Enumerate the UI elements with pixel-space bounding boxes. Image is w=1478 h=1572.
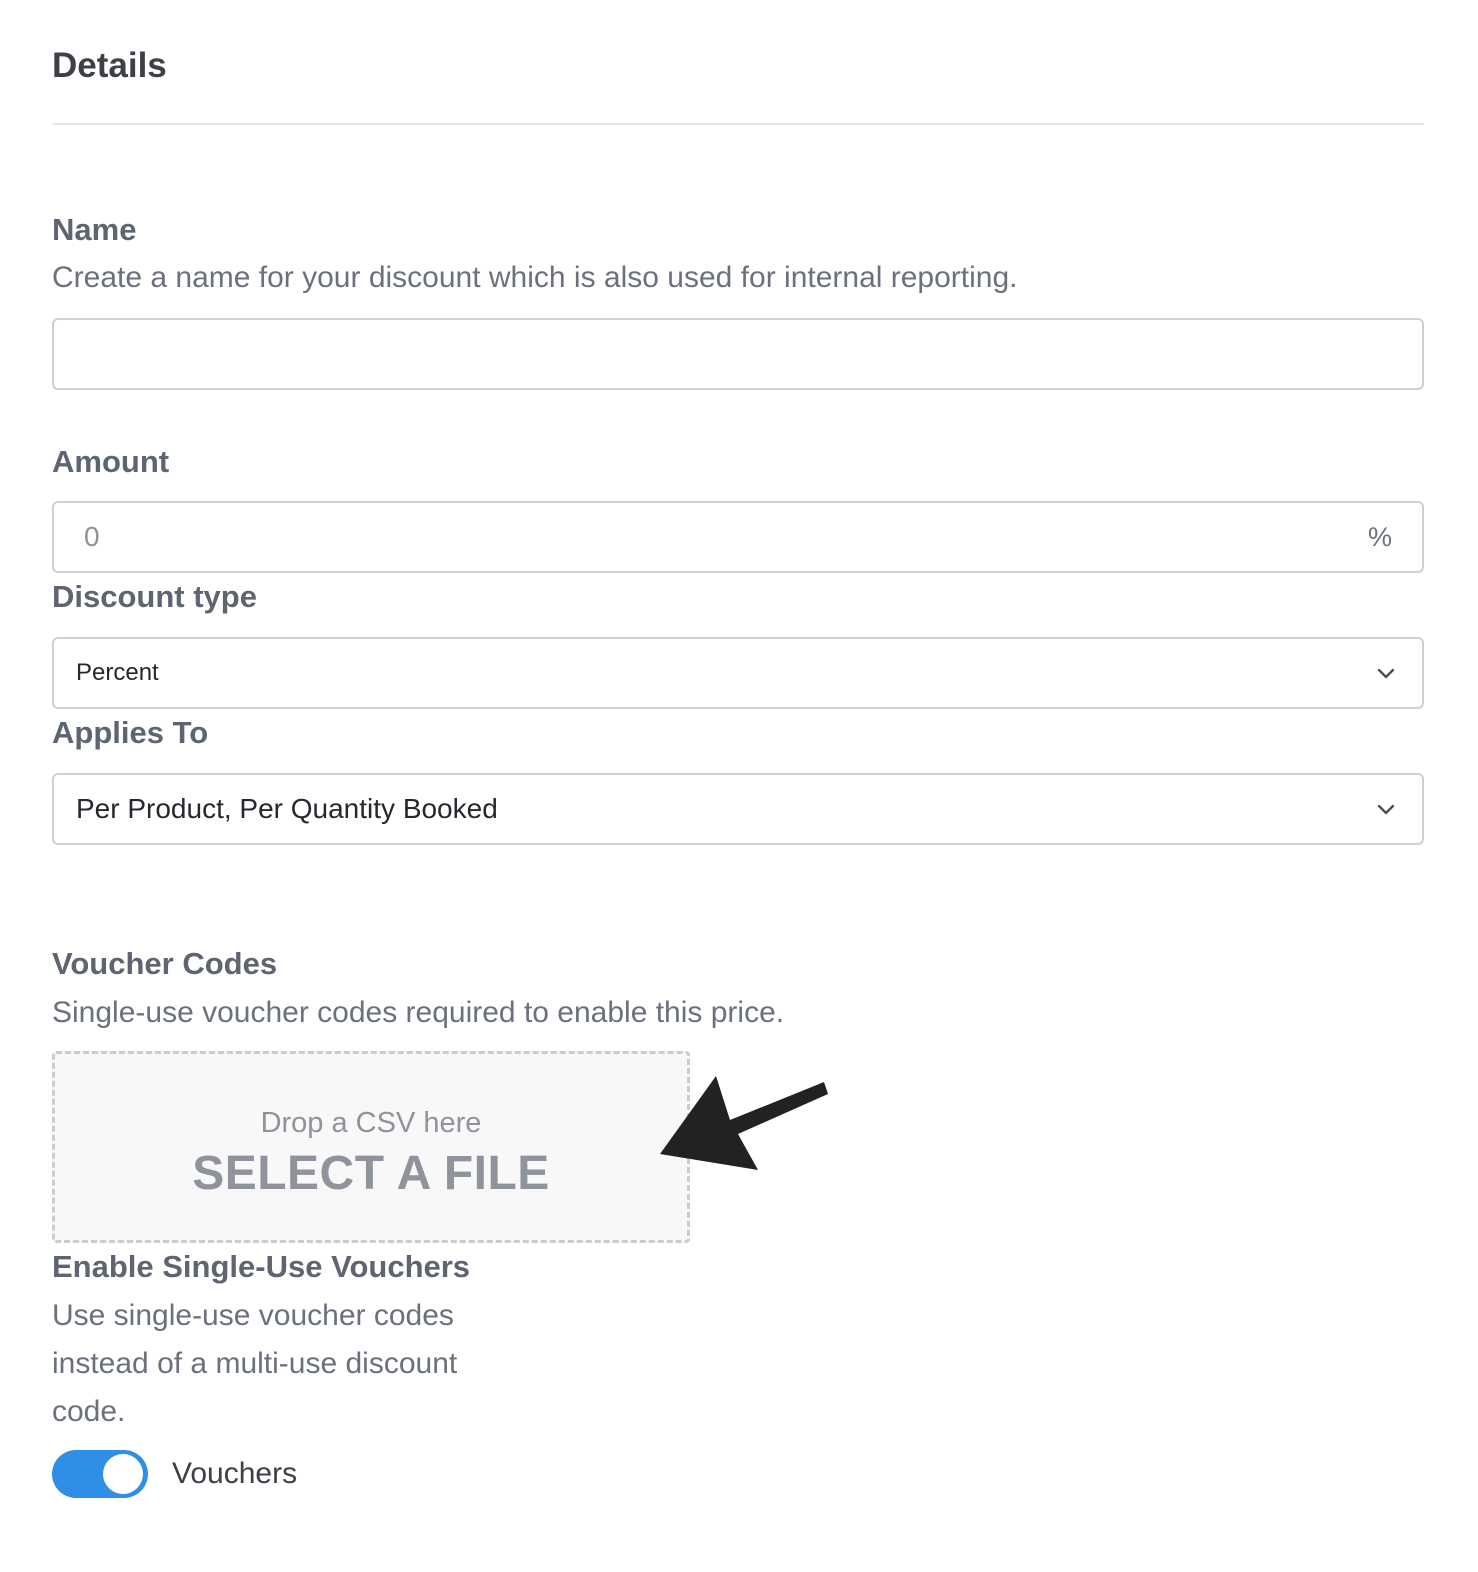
section-title: Details <box>52 46 167 85</box>
discount-type-select[interactable]: Percent <box>52 637 1424 709</box>
csv-dropzone[interactable]: Drop a CSV here SELECT A FILE <box>52 1051 690 1243</box>
vouchers-toggle-label: Vouchers <box>172 1457 298 1490</box>
name-input[interactable] <box>54 320 1422 388</box>
single-use-label: Enable Single-Use Vouchers <box>52 1249 471 1284</box>
applies-to-select[interactable]: Per Product, Per Quantity Booked <box>52 773 1424 845</box>
name-field <box>52 318 1424 390</box>
applies-to-value: Per Product, Per Quantity Booked <box>76 793 498 824</box>
amount-input[interactable] <box>54 503 1422 571</box>
amount-label: Amount <box>52 444 170 479</box>
chevron-down-icon <box>1377 804 1395 815</box>
vouchers-toggle[interactable] <box>52 1450 148 1498</box>
select-file-button[interactable]: SELECT A FILE <box>55 1146 687 1202</box>
annotation-arrow-icon <box>660 1076 828 1170</box>
name-help-text: Create a name for your discount which is… <box>52 261 1018 294</box>
chevron-down-icon <box>1377 668 1395 679</box>
name-label: Name <box>52 212 137 247</box>
single-use-help-line-1: Use single-use voucher codes <box>52 1299 454 1332</box>
drop-hint: Drop a CSV here <box>260 1107 482 1139</box>
single-use-help-line-3: code. <box>52 1395 126 1428</box>
applies-to-label: Applies To <box>52 715 209 750</box>
amount-field: % <box>52 501 1424 573</box>
section-divider <box>52 123 1424 125</box>
toggle-knob <box>103 1454 143 1494</box>
percent-suffix: % <box>1367 522 1392 552</box>
single-use-help-line-2: instead of a multi-use discount <box>52 1347 458 1380</box>
discount-type-label: Discount type <box>52 579 257 614</box>
voucher-codes-help-text: Single-use voucher codes required to ena… <box>52 996 785 1029</box>
voucher-codes-label: Voucher Codes <box>52 946 278 981</box>
discount-type-value: Percent <box>76 659 159 686</box>
